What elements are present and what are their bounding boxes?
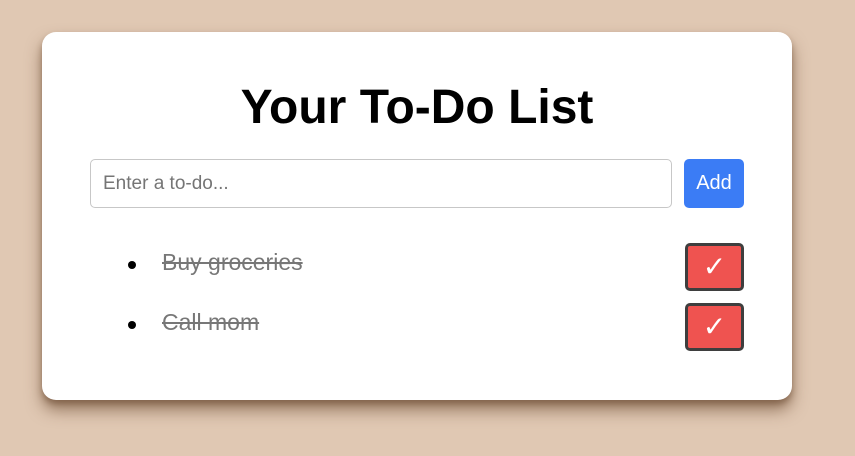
page-title: Your To-Do List <box>240 81 594 134</box>
complete-toggle-button[interactable]: ✓ <box>685 243 744 291</box>
todo-text: Call mom <box>162 309 260 335</box>
complete-toggle-button[interactable]: ✓ <box>685 303 744 351</box>
todo-list: Buy groceries ✓ Call mom ✓ <box>42 238 792 358</box>
bullet-icon <box>128 321 136 329</box>
todo-item: Call mom ✓ <box>42 298 792 358</box>
todo-card: Your To-Do List Add Buy groceries ✓ Call… <box>42 32 792 400</box>
add-button[interactable]: Add <box>684 159 744 208</box>
todo-input[interactable] <box>90 159 672 208</box>
todo-text: Buy groceries <box>162 249 303 275</box>
bullet-icon <box>128 261 136 269</box>
todo-item: Buy groceries ✓ <box>42 238 792 298</box>
